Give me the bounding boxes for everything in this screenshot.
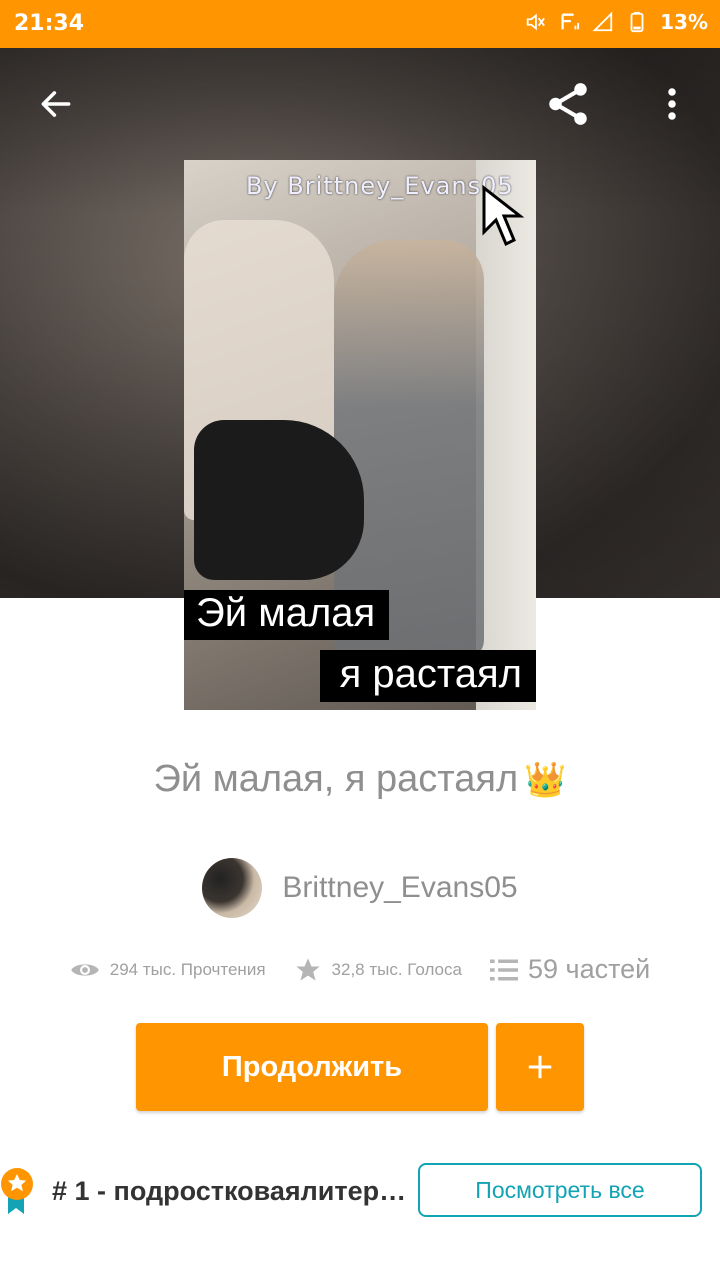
status-icons: 13% [524,10,708,34]
star-icon [295,957,320,980]
more-options-button[interactable] [644,70,700,138]
cover-text-line1: Эй малая [184,590,390,640]
author-name[interactable]: Brittney_Evans05 [282,871,517,905]
cover-text-line2: я растаял [319,650,536,702]
add-to-library-button[interactable] [496,1023,584,1111]
cursor-icon [482,184,525,247]
list-icon [489,959,518,980]
continue-reading-button[interactable]: Продолжить [136,1023,488,1111]
parts-count[interactable]: 59 частей [528,954,650,985]
see-all-rankings-button[interactable]: Посмотреть все [418,1163,702,1217]
cover-watermark: By Brittney_Evans05 [246,172,514,200]
ranking-text[interactable]: # 1 - подростковаялитература [52,1176,408,1207]
status-bar: 21:34 13% [0,0,720,48]
story-stats: 294 тыс. Прочтения 32,8 тыс. Голоса 59 ч… [0,954,720,985]
plus-icon [528,1055,552,1079]
eye-icon [70,963,99,976]
cell-signal-icon [592,11,613,32]
ranking-row: # 1 - подростковаялитература Посмотреть … [0,1160,720,1224]
share-icon [549,83,587,125]
more-vertical-icon [668,88,676,120]
share-button[interactable] [540,70,596,138]
parts-stat[interactable]: 59 частей [489,954,650,985]
signal-f-icon [561,13,580,30]
ranking-badge-icon [1,1168,33,1214]
story-cover[interactable]: By Brittney_Evans05 Эй малая я растаял [184,160,536,710]
story-title-text: Эй малая, я растаял [153,758,519,800]
battery-level: 13% [660,10,708,34]
reads-stat: 294 тыс. Прочтения [70,959,266,981]
arrow-left-icon [41,91,71,117]
author-avatar[interactable] [202,858,263,918]
author-row[interactable]: Brittney_Evans05 [0,858,720,918]
battery-icon [630,11,644,33]
cover-art-figure [194,420,364,580]
reads-count: 294 тыс. Прочтения [109,959,266,979]
mute-icon [526,13,546,31]
crown-emoji: 👑 [524,761,567,799]
back-button[interactable] [28,70,84,138]
votes-stat: 32,8 тыс. Голоса [294,956,462,984]
status-time: 21:34 [14,11,85,36]
votes-count: 32,8 тыс. Голоса [331,959,462,979]
story-title: Эй малая, я растаял 👑 [0,758,720,801]
